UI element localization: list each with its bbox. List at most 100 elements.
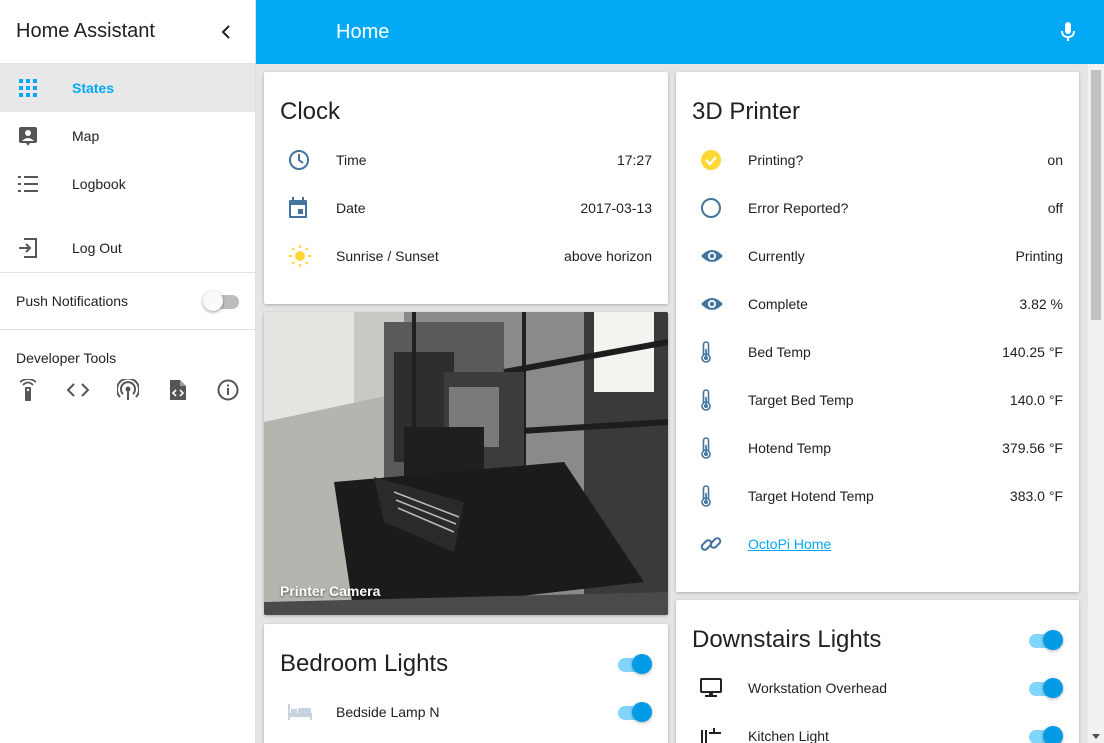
entity-value: 379.56 °F bbox=[1002, 440, 1063, 456]
sidebar: Home Assistant States Map Logbook Log Ou… bbox=[0, 0, 256, 743]
camera-image bbox=[264, 312, 668, 615]
thermometer-icon bbox=[692, 340, 732, 364]
entity-row[interactable]: Time 17:27 bbox=[264, 136, 668, 184]
entity-row[interactable]: Kitchen Light bbox=[676, 712, 1079, 743]
scrollbar[interactable] bbox=[1088, 64, 1104, 743]
entity-row[interactable]: Printing? on bbox=[676, 136, 1079, 184]
entity-row: OctoPi Home bbox=[676, 520, 1079, 568]
code-icon[interactable] bbox=[66, 378, 90, 402]
chevron-left-icon[interactable] bbox=[215, 20, 239, 44]
kitchen-icon bbox=[692, 724, 732, 743]
info-icon[interactable] bbox=[216, 378, 240, 402]
card-title: Clock bbox=[280, 98, 341, 125]
entity-name: Bedside Lamp N bbox=[336, 704, 440, 720]
entity-name: Date bbox=[336, 200, 366, 216]
entity-row[interactable]: Hotend Temp 379.56 °F bbox=[676, 424, 1079, 472]
card-title: 3D Printer bbox=[692, 98, 801, 125]
entity-value: 383.0 °F bbox=[1009, 488, 1063, 504]
microphone-icon[interactable] bbox=[1056, 20, 1080, 44]
workstation-overhead-toggle[interactable] bbox=[1027, 678, 1063, 698]
downstairs-lights-master-toggle[interactable] bbox=[1027, 630, 1063, 650]
sidebar-item-logbook[interactable]: Logbook bbox=[0, 160, 255, 208]
bedroom-lights-master-toggle[interactable] bbox=[616, 654, 652, 674]
scrollbar-thumb[interactable] bbox=[1091, 70, 1101, 320]
thermometer-icon bbox=[692, 484, 732, 508]
eye-icon bbox=[692, 244, 732, 268]
card-title: Bedroom Lights bbox=[264, 624, 668, 688]
entity-row[interactable]: Sunrise / Sunset above horizon bbox=[264, 232, 668, 280]
push-notifications-row: Push Notifications bbox=[0, 273, 255, 329]
developer-tools bbox=[0, 370, 255, 402]
push-notifications-toggle[interactable] bbox=[203, 291, 239, 311]
list-icon bbox=[16, 172, 40, 196]
card-title: Downstairs Lights bbox=[676, 600, 1079, 664]
entity-name: Target Hotend Temp bbox=[748, 488, 874, 504]
entity-row[interactable]: Currently Printing bbox=[676, 232, 1079, 280]
sidebar-item-states[interactable]: States bbox=[0, 64, 255, 112]
account-box-icon bbox=[16, 124, 40, 148]
entity-row[interactable]: Workstation Overhead bbox=[676, 664, 1079, 712]
remote-icon[interactable] bbox=[16, 378, 40, 402]
top-app-bar: Home bbox=[256, 0, 1104, 64]
bedside-lamp-toggle[interactable] bbox=[616, 702, 652, 722]
entity-name: Complete bbox=[748, 296, 808, 312]
downstairs-lights-card: Downstairs Lights Workstation Overhead K… bbox=[676, 600, 1079, 743]
push-notifications-label: Push Notifications bbox=[16, 293, 129, 309]
camera-caption: Printer Camera bbox=[280, 583, 381, 599]
entity-row[interactable]: Complete 3.82 % bbox=[676, 280, 1079, 328]
entity-name: Target Bed Temp bbox=[748, 392, 854, 408]
check-circle-icon bbox=[692, 148, 732, 172]
sidebar-item-label: Logbook bbox=[72, 176, 126, 192]
entity-name: Printing? bbox=[748, 152, 804, 168]
entity-row[interactable]: Error Reported? off bbox=[676, 184, 1079, 232]
entity-row[interactable]: Bed Temp 140.25 °F bbox=[676, 328, 1079, 376]
entity-row[interactable]: Target Bed Temp 140.0 °F bbox=[676, 376, 1079, 424]
entity-name: Currently bbox=[748, 248, 805, 264]
printer-camera-card[interactable]: Printer Camera bbox=[264, 312, 668, 615]
sidebar-item-map[interactable]: Map bbox=[0, 112, 255, 160]
bed-icon bbox=[280, 700, 320, 724]
entity-row[interactable]: Date 2017-03-13 bbox=[264, 184, 668, 232]
entity-value: 140.0 °F bbox=[1009, 392, 1063, 408]
calendar-icon bbox=[280, 196, 320, 220]
bedroom-lights-card: Bedroom Lights Bedside Lamp N bbox=[264, 624, 668, 743]
entity-name: Kitchen Light bbox=[748, 728, 829, 743]
entity-row[interactable]: Bedside Lamp N bbox=[264, 688, 668, 736]
sidebar-header: Home Assistant bbox=[0, 0, 255, 64]
file-code-icon[interactable] bbox=[166, 378, 190, 402]
scroll-down-icon[interactable] bbox=[1092, 734, 1100, 739]
entity-value: 17:27 bbox=[616, 152, 652, 168]
clock-icon bbox=[280, 148, 320, 172]
exit-icon bbox=[16, 236, 40, 260]
entity-value: 140.25 °F bbox=[1002, 344, 1063, 360]
entity-name: Bed Temp bbox=[748, 344, 811, 360]
eye-icon bbox=[692, 292, 732, 316]
sidebar-title: Home Assistant bbox=[16, 20, 155, 42]
sun-icon bbox=[280, 244, 320, 268]
broadcast-icon[interactable] bbox=[116, 378, 140, 402]
entity-row[interactable]: Target Hotend Temp 383.0 °F bbox=[676, 472, 1079, 520]
3d-printer-card: 3D Printer Printing? on Error Reported? … bbox=[676, 72, 1079, 592]
entity-value: above horizon bbox=[564, 248, 652, 264]
monitor-icon bbox=[692, 676, 732, 700]
clock-card: Clock Time 17:27 Date 2017-03-13 Sunrise… bbox=[264, 72, 668, 304]
entity-value: 2017-03-13 bbox=[580, 200, 652, 216]
developer-tools-label: Developer Tools bbox=[16, 350, 117, 366]
entity-value: off bbox=[1047, 200, 1063, 216]
page-title: Home bbox=[336, 20, 390, 43]
entity-value: Printing bbox=[1015, 248, 1063, 264]
thermometer-icon bbox=[692, 388, 732, 412]
sidebar-item-label: Map bbox=[72, 128, 100, 144]
main-content: Clock Time 17:27 Date 2017-03-13 Sunrise… bbox=[256, 64, 1088, 743]
octopi-home-link[interactable]: OctoPi Home bbox=[748, 536, 1063, 552]
entity-name: Sunrise / Sunset bbox=[336, 248, 439, 264]
grid-icon bbox=[16, 76, 40, 100]
card-title-text: Bedroom Lights bbox=[280, 650, 449, 677]
entity-value: 3.82 % bbox=[1019, 296, 1063, 312]
kitchen-light-toggle[interactable] bbox=[1027, 726, 1063, 743]
card-title-text: Downstairs Lights bbox=[692, 626, 882, 653]
sidebar-item-logout[interactable]: Log Out bbox=[0, 224, 255, 272]
link-icon bbox=[692, 532, 732, 556]
entity-value: on bbox=[1047, 152, 1063, 168]
entity-name: Time bbox=[336, 152, 367, 168]
